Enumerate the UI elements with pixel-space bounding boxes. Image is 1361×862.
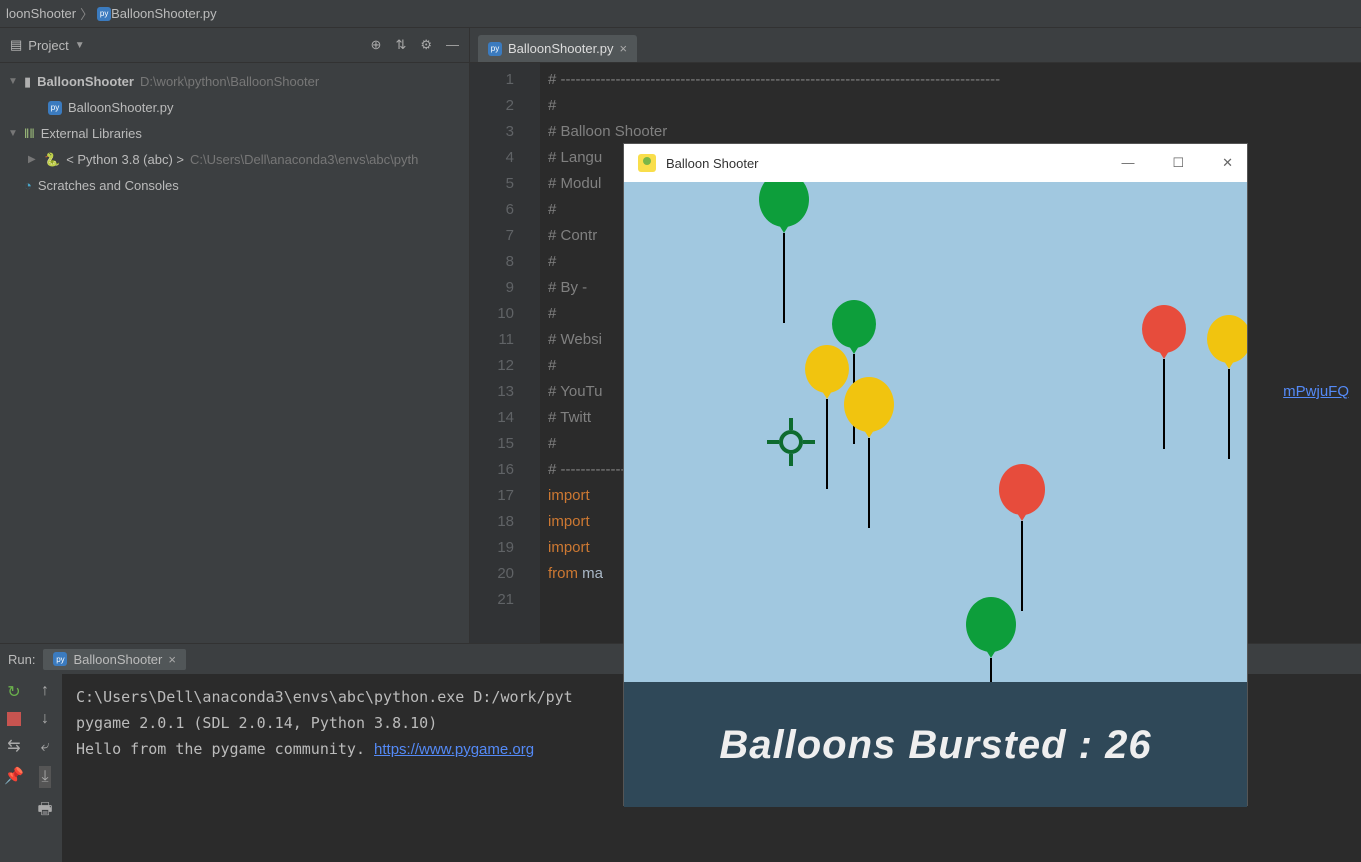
fold-column (524, 63, 540, 643)
balloon[interactable] (999, 464, 1045, 611)
run-actions: ↻ ⇆ 📌 (0, 674, 28, 862)
project-tree: ▼ ▮ BalloonShooter D:\work\python\Balloo… (0, 63, 469, 205)
project-root[interactable]: ▼ ▮ BalloonShooter D:\work\python\Balloo… (0, 69, 469, 95)
python-file-icon: py (48, 101, 62, 115)
balloon[interactable] (759, 182, 809, 323)
library-icon: ‖‖ (24, 121, 35, 147)
maximize-icon[interactable]: ☐ (1172, 155, 1184, 171)
balloon[interactable] (1207, 315, 1247, 459)
run-tab[interactable]: py BalloonShooter × (43, 649, 186, 670)
project-sidebar: ▤ Project ▼ ⊕ ⇅ ⚙ — ▼ ▮ BalloonShooter D… (0, 28, 470, 643)
python-interpreter[interactable]: ▶ 🐍 < Python 3.8 (abc) > C:\Users\Dell\a… (0, 147, 469, 173)
score-label: Balloons Bursted : (719, 723, 1105, 767)
arrow-right-icon: ▶ (28, 147, 38, 173)
wrap-icon[interactable]: ⤶ (41, 738, 50, 756)
breadcrumb-project[interactable]: loonShooter (6, 6, 76, 21)
score-value: 26 (1105, 723, 1152, 767)
folder-icon: ▮ (24, 69, 31, 95)
arrow-down-icon: ▼ (8, 69, 18, 95)
crosshair-cursor (767, 418, 815, 466)
pygame-icon (638, 154, 656, 172)
game-title: Balloon Shooter (666, 156, 759, 171)
breadcrumb-file[interactable]: BalloonShooter.py (111, 6, 217, 21)
python-icon: 🐍 (44, 147, 60, 173)
project-tool-icon: ▤ (10, 37, 22, 53)
game-titlebar[interactable]: Balloon Shooter — ☐ ✕ (624, 144, 1247, 182)
python-file-icon: py (53, 652, 67, 666)
close-run-tab-icon[interactable]: × (168, 652, 176, 667)
exit-icon[interactable]: ⇆ (7, 736, 20, 756)
pygame-window: Balloon Shooter — ☐ ✕ Balloons Bursted :… (623, 143, 1248, 806)
rerun-icon[interactable]: ↻ (7, 682, 20, 702)
expand-icon[interactable]: ⇅ (395, 37, 406, 53)
close-tab-icon[interactable]: × (620, 41, 628, 56)
chevron-icon: 〉 (80, 4, 93, 23)
python-file-icon: py (488, 42, 502, 56)
editor-tab[interactable]: py BalloonShooter.py × (478, 35, 637, 62)
settings-icon[interactable]: ⚙ (420, 37, 432, 53)
scroll-icon[interactable]: ⤓ (39, 766, 50, 788)
game-canvas[interactable] (624, 182, 1247, 682)
score-panel: Balloons Bursted : 26 (624, 682, 1247, 807)
scratches-consoles[interactable]: ◔ Scratches and Consoles (0, 173, 469, 199)
run-label: Run: (8, 652, 35, 667)
balloon[interactable] (1142, 305, 1186, 449)
balloon[interactable] (966, 597, 1016, 682)
up-icon[interactable]: ↑ (41, 682, 49, 700)
python-file-icon: py (97, 7, 111, 21)
stop-icon[interactable] (7, 712, 21, 726)
minimize-icon[interactable]: — (1121, 155, 1134, 171)
hide-icon[interactable]: — (446, 37, 459, 53)
line-gutter: 123456789101112131415161718192021 (470, 63, 524, 643)
close-window-icon[interactable]: ✕ (1222, 155, 1233, 171)
select-opened-icon[interactable]: ⊕ (371, 37, 382, 53)
print-icon[interactable]: 🖶 (37, 798, 52, 825)
tree-file[interactable]: py BalloonShooter.py (0, 95, 469, 121)
dropdown-icon[interactable]: ▼ (75, 40, 85, 51)
down-icon[interactable]: ↓ (41, 710, 49, 728)
sidebar-title[interactable]: Project (28, 38, 68, 53)
balloon[interactable] (844, 377, 894, 528)
run-actions-2: ↑ ↓ ⤶ ⤓ 🖶 (28, 674, 62, 862)
arrow-down-icon: ▼ (8, 121, 18, 147)
scratch-icon: ◔ (24, 173, 32, 199)
breadcrumb: loonShooter 〉 py BalloonShooter.py (0, 0, 1361, 28)
external-libraries[interactable]: ▼ ‖‖ External Libraries (0, 121, 469, 147)
pin-icon[interactable]: 📌 (4, 766, 24, 786)
